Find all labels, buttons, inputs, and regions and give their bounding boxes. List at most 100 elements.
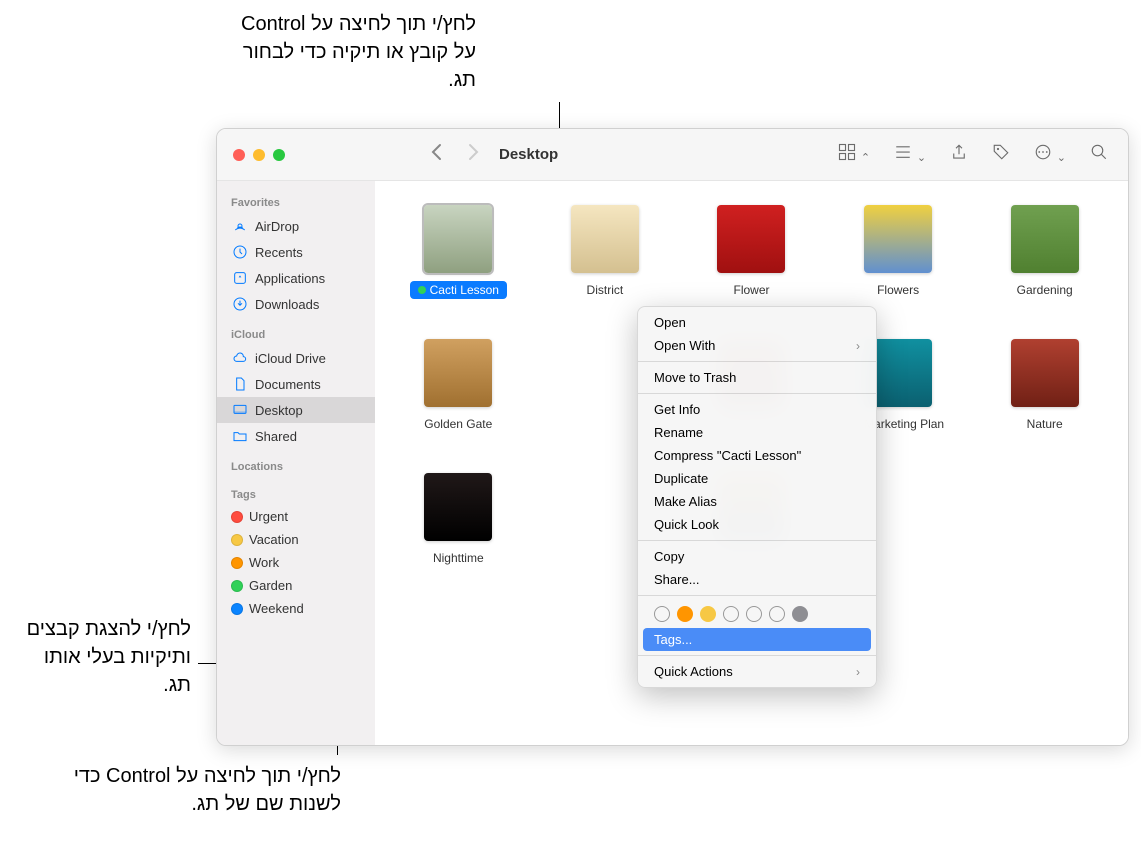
sidebar: Favorites AirDrop Recents Applications D… [217, 181, 375, 745]
tag-dot-icon [231, 534, 243, 546]
back-button[interactable] [431, 143, 443, 167]
tag-color-circle[interactable] [700, 606, 716, 622]
tag-color-circle[interactable] [723, 606, 739, 622]
menu-copy[interactable]: Copy [638, 545, 876, 568]
sidebar-item-recents[interactable]: Recents [217, 239, 375, 265]
clock-icon [231, 243, 249, 261]
callout-bottom: לחץ/י תוך לחיצה על Control כדי לשנות שם … [21, 762, 341, 818]
menu-compress[interactable]: Compress "Cacti Lesson" [638, 444, 876, 467]
menu-open[interactable]: Open [638, 311, 876, 334]
nav-arrows [431, 143, 479, 167]
menu-separator [638, 393, 876, 394]
sidebar-item-applications[interactable]: Applications [217, 265, 375, 291]
share-button[interactable] [950, 143, 968, 166]
toolbar-right: ⌃ ⌄ ⌄ [838, 143, 1128, 166]
desktop-icon [231, 401, 249, 419]
menu-open-with[interactable]: Open With› [638, 334, 876, 357]
chevron-right-icon: › [856, 665, 860, 679]
minimize-button[interactable] [253, 149, 265, 161]
sidebar-item-label: Weekend [249, 601, 304, 616]
file-item[interactable]: Flowers [835, 205, 962, 299]
titlebar: Desktop ⌃ ⌄ ⌄ [217, 129, 1128, 181]
sidebar-item-shared[interactable]: Shared [217, 423, 375, 449]
forward-button[interactable] [467, 143, 479, 167]
menu-duplicate[interactable]: Duplicate [638, 467, 876, 490]
file-label: Nighttime [425, 549, 492, 567]
sidebar-item-label: iCloud Drive [255, 351, 326, 366]
sidebar-item-label: Urgent [249, 509, 288, 524]
file-thumbnail [717, 205, 785, 273]
menu-share[interactable]: Share... [638, 568, 876, 591]
tag-color-circle[interactable] [746, 606, 762, 622]
tag-color-circle[interactable] [792, 606, 808, 622]
file-label: Gardening [1009, 281, 1081, 299]
sidebar-item-documents[interactable]: Documents [217, 371, 375, 397]
sidebar-item-label: Garden [249, 578, 292, 593]
file-thumbnail [571, 205, 639, 273]
menu-get-info[interactable]: Get Info [638, 398, 876, 421]
file-label: Flowers [869, 281, 927, 299]
download-icon [231, 295, 249, 313]
file-thumbnail [424, 205, 492, 273]
sidebar-header-locations: Locations [217, 453, 375, 477]
menu-tags[interactable]: Tags... [643, 628, 871, 651]
menu-quick-look[interactable]: Quick Look [638, 513, 876, 536]
menu-alias[interactable]: Make Alias [638, 490, 876, 513]
sidebar-item-desktop[interactable]: Desktop [217, 397, 375, 423]
file-thumbnail [1011, 205, 1079, 273]
file-label: Cacti Lesson [410, 281, 507, 299]
menu-quick-actions[interactable]: Quick Actions› [638, 660, 876, 683]
file-item[interactable]: Golden Gate [395, 339, 522, 433]
menu-trash[interactable]: Move to Trash [638, 366, 876, 389]
menu-tag-row [638, 600, 876, 628]
callout-left: לחץ/י להצגת קבצים ותיקיות בעלי אותו תג. [11, 615, 191, 699]
sidebar-tag-vacation[interactable]: Vacation [217, 528, 375, 551]
file-thumbnail [424, 339, 492, 407]
more-button[interactable]: ⌄ [1034, 143, 1066, 166]
menu-separator [638, 361, 876, 362]
traffic-lights [217, 149, 301, 161]
file-item[interactable]: Nature [981, 339, 1108, 433]
sidebar-item-label: Work [249, 555, 279, 570]
sidebar-item-downloads[interactable]: Downloads [217, 291, 375, 317]
tag-dot-icon [231, 557, 243, 569]
sidebar-tag-work[interactable]: Work [217, 551, 375, 574]
file-tag-dot-icon [418, 286, 426, 294]
file-label: Golden Gate [416, 415, 500, 433]
file-label: Flower [725, 281, 777, 299]
content-area[interactable]: Cacti Lesson District Flower Flowers Gardeni… [375, 181, 1128, 745]
context-menu: Open Open With› Move to Trash Get Info R… [637, 306, 877, 688]
close-button[interactable] [233, 149, 245, 161]
tag-color-circle[interactable] [677, 606, 693, 622]
file-item[interactable]: Gardening [981, 205, 1108, 299]
sidebar-tag-garden[interactable]: Garden [217, 574, 375, 597]
sidebar-item-airdrop[interactable]: AirDrop [217, 213, 375, 239]
search-button[interactable] [1090, 143, 1108, 166]
file-item[interactable]: Flower [688, 205, 815, 299]
sidebar-header-favorites: Favorites [217, 189, 375, 213]
tag-color-circle[interactable] [654, 606, 670, 622]
sidebar-tag-urgent[interactable]: Urgent [217, 505, 375, 528]
sidebar-item-icloud-drive[interactable]: iCloud Drive [217, 345, 375, 371]
sidebar-item-label: Desktop [255, 403, 303, 418]
file-thumbnail [1011, 339, 1079, 407]
view-mode-button[interactable]: ⌃ [838, 143, 870, 166]
apps-icon [231, 269, 249, 287]
tag-button[interactable] [992, 143, 1010, 166]
sidebar-item-label: Downloads [255, 297, 319, 312]
tag-dot-icon [231, 511, 243, 523]
file-item[interactable]: District [542, 205, 669, 299]
menu-rename[interactable]: Rename [638, 421, 876, 444]
file-item[interactable]: Cacti Lesson [395, 205, 522, 299]
finder-window: Desktop ⌃ ⌄ ⌄ Favorites AirDrop Recents … [216, 128, 1129, 746]
sidebar-item-label: Shared [255, 429, 297, 444]
shared-icon [231, 427, 249, 445]
airdrop-icon [231, 217, 249, 235]
window-title: Desktop [499, 146, 558, 163]
tag-color-circle[interactable] [769, 606, 785, 622]
sidebar-tag-weekend[interactable]: Weekend [217, 597, 375, 620]
group-button[interactable]: ⌄ [894, 143, 926, 166]
fullscreen-button[interactable] [273, 149, 285, 161]
sidebar-header-icloud: iCloud [217, 321, 375, 345]
file-item[interactable]: Nighttime [395, 473, 522, 567]
